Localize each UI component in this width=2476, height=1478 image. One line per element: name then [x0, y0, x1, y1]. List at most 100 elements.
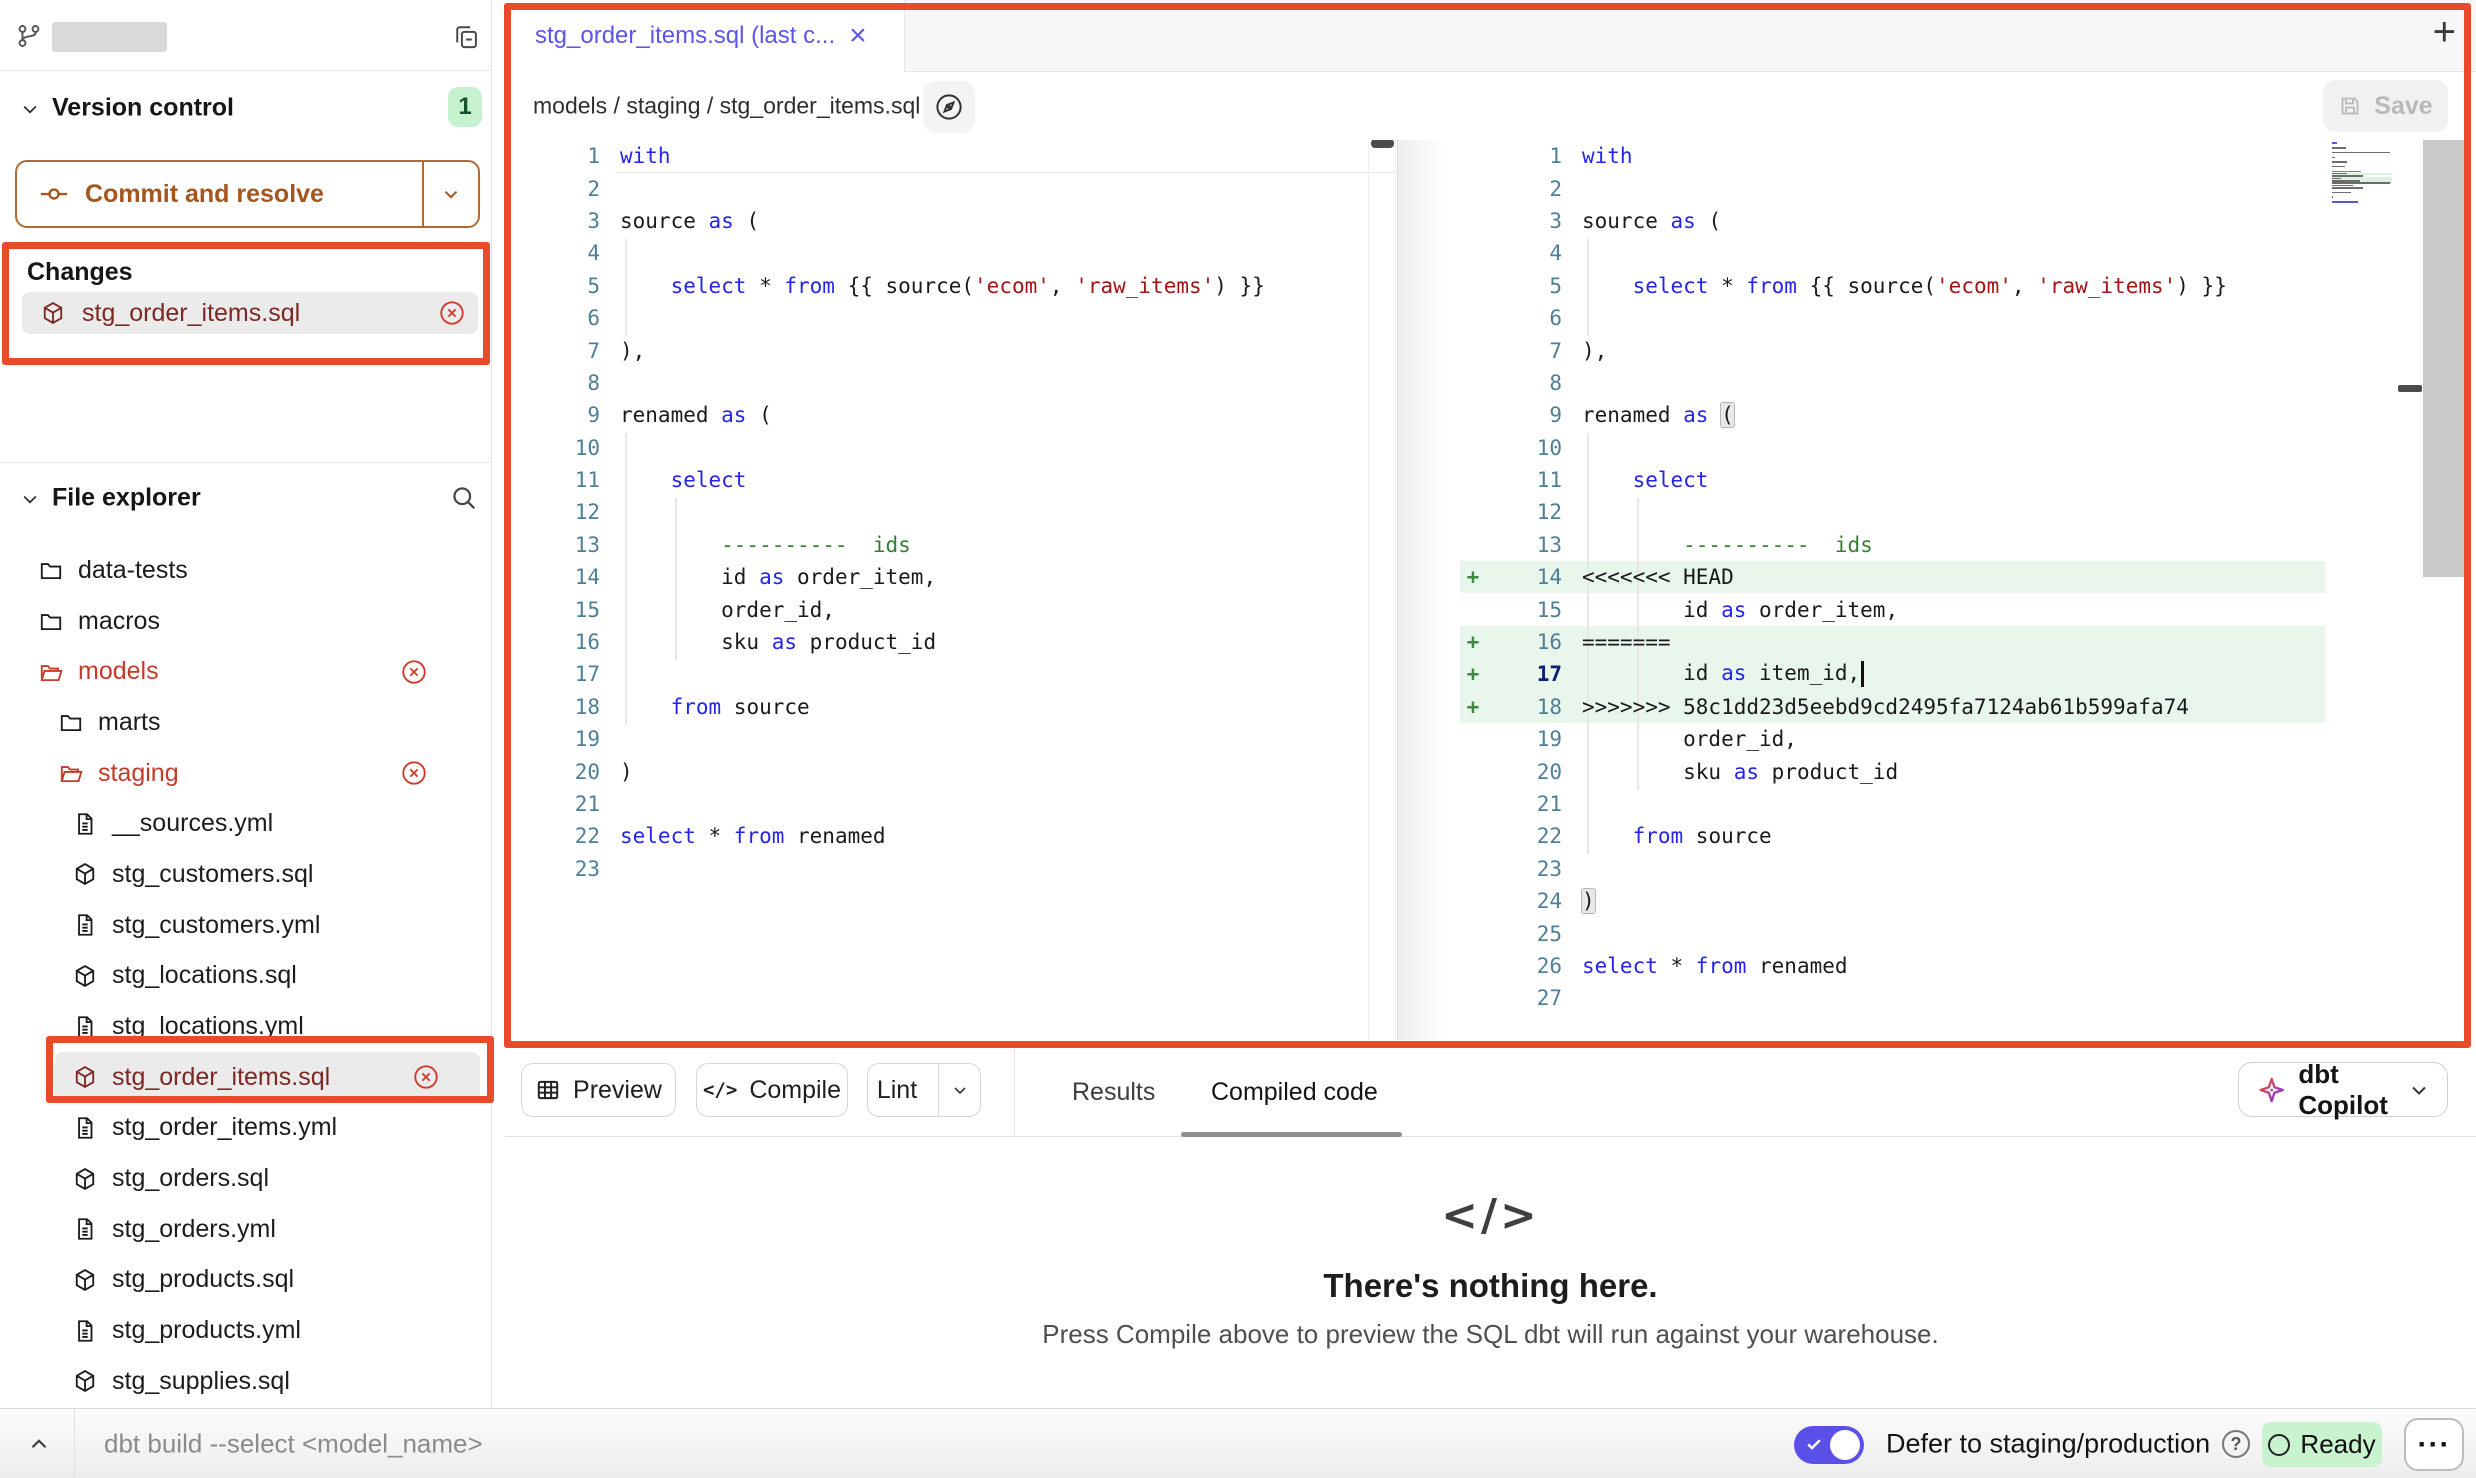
left-scrollbar-thumb[interactable] [1371, 140, 1394, 148]
code-line-18[interactable]: +18>>>>>>> 58c1dd23d5eebd9cd2495fa7124ab… [1460, 691, 2325, 723]
code-line-12[interactable]: 12 [505, 496, 1397, 528]
code-line-13[interactable]: 13 ---------- ids [505, 529, 1397, 561]
code-line-23[interactable]: 23 [1460, 853, 2325, 885]
code-line-8[interactable]: 8 [505, 367, 1397, 399]
code-line-21[interactable]: 21 [505, 788, 1397, 820]
code-line-10[interactable]: 10 [1460, 432, 2325, 464]
code-line-23[interactable]: 23 [505, 853, 1397, 885]
code-line-3[interactable]: 3source as ( [1460, 205, 2325, 237]
file-item-stg_locations.yml[interactable]: stg_locations.yml [0, 1001, 492, 1052]
changed-file-row[interactable]: stg_order_items.sql [22, 292, 478, 334]
code-line-9[interactable]: 9renamed as ( [1460, 399, 2325, 431]
minimap[interactable] [2332, 142, 2394, 212]
revert-file-icon[interactable] [438, 299, 466, 327]
code-line-19[interactable]: 19 order_id, [1460, 723, 2325, 755]
commit-and-resolve-button[interactable]: Commit and resolve [15, 160, 480, 228]
editor-pane-original[interactable]: 1with23source as (45 select * from {{ so… [505, 140, 1397, 885]
lint-button[interactable]: Lint [867, 1063, 981, 1117]
save-button[interactable]: Save [2323, 80, 2448, 132]
file-item-macros[interactable]: macros [0, 596, 492, 647]
left-scrollbar-track[interactable] [1368, 140, 1396, 1040]
search-icon[interactable] [450, 484, 478, 512]
file-item-marts[interactable]: marts [0, 697, 492, 748]
file-item-stg_customers.sql[interactable]: stg_customers.sql [0, 849, 492, 900]
code-line-6[interactable]: 6 [505, 302, 1397, 334]
version-control-section[interactable]: Version control 1 [0, 80, 491, 136]
preview-button[interactable]: Preview [521, 1063, 676, 1117]
file-explorer-section[interactable]: File explorer [0, 470, 491, 526]
file-item-stg_customers.yml[interactable]: stg_customers.yml [0, 900, 492, 951]
code-line-14[interactable]: 14 id as order_item, [505, 561, 1397, 593]
code-line-6[interactable]: 6 [1460, 302, 2325, 334]
code-line-18[interactable]: 18 from source [505, 691, 1397, 723]
code-line-4[interactable]: 4 [505, 237, 1397, 269]
file-item-stg_locations.sql[interactable]: stg_locations.sql [0, 951, 492, 1002]
code-line-2[interactable]: 2 [505, 172, 1397, 204]
new-tab-button[interactable]: + [2433, 10, 2456, 55]
code-line-13[interactable]: 13 ---------- ids [1460, 529, 2325, 561]
file-item-data-tests[interactable]: data-tests [0, 545, 492, 596]
code-line-1[interactable]: 1with [505, 140, 1397, 172]
code-line-1[interactable]: 1with [1460, 140, 2325, 172]
file-item-stg_products.yml[interactable]: stg_products.yml [0, 1305, 492, 1356]
chevron-up-icon[interactable] [26, 1431, 52, 1457]
code-line-20[interactable]: 20) [505, 755, 1397, 787]
code-line-8[interactable]: 8 [1460, 367, 2325, 399]
copy-icon[interactable] [452, 22, 480, 50]
tab-results[interactable]: Results [1072, 1048, 1155, 1136]
code-line-4[interactable]: 4 [1460, 237, 2325, 269]
right-scrollbar-thumb[interactable] [2423, 140, 2467, 577]
code-line-15[interactable]: 15 order_id, [505, 593, 1397, 625]
help-icon[interactable]: ? [2222, 1430, 2250, 1458]
tab-stg-order-items[interactable]: stg_order_items.sql (last c... × [505, 0, 905, 72]
close-tab-icon[interactable]: × [849, 21, 867, 51]
code-line-11[interactable]: 11 select [1460, 464, 2325, 496]
code-line-3[interactable]: 3source as ( [505, 205, 1397, 237]
status-badge[interactable]: Ready [2262, 1422, 2382, 1467]
code-line-2[interactable]: 2 [1460, 172, 2325, 204]
commit-options-dropdown[interactable] [422, 162, 478, 226]
code-line-21[interactable]: 21 [1460, 788, 2325, 820]
lint-options-dropdown[interactable] [938, 1064, 980, 1116]
code-line-27[interactable]: 27 [1460, 982, 2325, 1014]
command-input[interactable]: dbt build --select <model_name> [104, 1428, 483, 1459]
code-line-25[interactable]: 25 [1460, 917, 2325, 949]
compile-button[interactable]: </> Compile [696, 1063, 848, 1117]
code-line-17[interactable]: 17 [505, 658, 1397, 690]
code-line-16[interactable]: 16 sku as product_id [505, 626, 1397, 658]
code-line-12[interactable]: 12 [1460, 496, 2325, 528]
branch-name-placeholder[interactable] [52, 22, 167, 52]
code-line-7[interactable]: 7), [505, 334, 1397, 366]
code-line-5[interactable]: 5 select * from {{ source('ecom', 'raw_i… [1460, 270, 2325, 302]
lint-button-label[interactable]: Lint [868, 1076, 926, 1105]
code-line-11[interactable]: 11 select [505, 464, 1397, 496]
code-line-10[interactable]: 10 [505, 432, 1397, 464]
file-item-stg_order_items.sql[interactable]: stg_order_items.sql [55, 1052, 480, 1103]
file-item-staging[interactable]: staging [0, 748, 492, 799]
code-editor[interactable]: 1with23source as (45 select * from {{ so… [505, 140, 2476, 1040]
compass-icon[interactable] [923, 81, 975, 133]
tab-compiled-code[interactable]: Compiled code [1211, 1048, 1378, 1136]
chevron-down-icon[interactable] [20, 489, 40, 509]
code-line-22[interactable]: 22select * from renamed [505, 820, 1397, 852]
file-item-stg_orders.sql[interactable]: stg_orders.sql [0, 1153, 492, 1204]
code-line-20[interactable]: 20 sku as product_id [1460, 755, 2325, 787]
code-line-17[interactable]: +17 id as item_id, [1460, 658, 2325, 690]
more-options-button[interactable]: ··· [2404, 1418, 2464, 1471]
file-item-stg_supplies.sql[interactable]: stg_supplies.sql [0, 1356, 492, 1407]
revert-file-icon[interactable] [412, 1063, 440, 1091]
code-line-19[interactable]: 19 [505, 723, 1397, 755]
code-line-15[interactable]: 15 id as order_item, [1460, 593, 2325, 625]
file-item-models[interactable]: models [0, 646, 492, 697]
code-line-9[interactable]: 9renamed as ( [505, 399, 1397, 431]
editor-pane-modified[interactable]: 1with23source as (45 select * from {{ so… [1460, 140, 2325, 1015]
file-item-stg_orders.yml[interactable]: stg_orders.yml [0, 1204, 492, 1255]
scroll-position-marker[interactable] [2398, 385, 2422, 392]
code-line-5[interactable]: 5 select * from {{ source('ecom', 'raw_i… [505, 270, 1397, 302]
code-line-16[interactable]: +16======= [1460, 626, 2325, 658]
code-line-24[interactable]: 24) [1460, 885, 2325, 917]
revert-file-icon[interactable] [400, 658, 428, 686]
code-line-22[interactable]: 22 from source [1460, 820, 2325, 852]
code-line-14[interactable]: +14<<<<<<< HEAD [1460, 561, 2325, 593]
revert-file-icon[interactable] [400, 759, 428, 787]
